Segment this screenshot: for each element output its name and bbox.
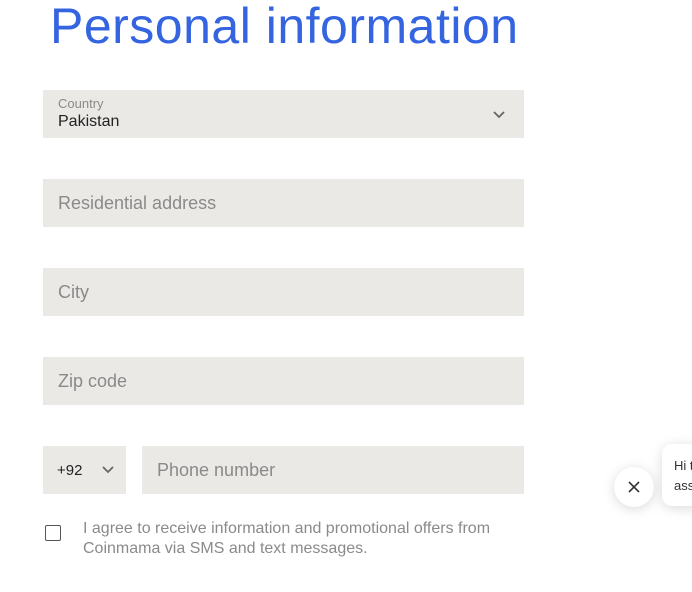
country-value: Pakistan (58, 113, 120, 130)
chat-preview-bubble[interactable]: Hi t ass (662, 444, 692, 506)
sms-consent-checkbox[interactable] (45, 525, 61, 541)
country-select[interactable]: Country Pakistan (43, 90, 524, 138)
city-placeholder: City (58, 282, 89, 302)
chevron-down-icon (102, 466, 114, 474)
personal-information-page: Personal information Country Pakistan Re… (0, 0, 692, 592)
chat-preview-line-1: Hi t (674, 458, 692, 473)
close-icon (628, 481, 640, 493)
zip-code-placeholder: Zip code (58, 371, 128, 391)
phone-number-field[interactable]: Phone number (142, 446, 524, 494)
sms-consent-label: I agree to receive information and promo… (83, 520, 491, 557)
residential-address-placeholder: Residential address (58, 193, 217, 213)
city-field[interactable]: City (43, 268, 524, 316)
phone-country-code-value: +92 (57, 462, 83, 479)
country-label: Country (58, 96, 104, 111)
chat-close-button[interactable] (614, 467, 654, 507)
zip-code-field[interactable]: Zip code (43, 357, 524, 405)
page-title: Personal information (50, 0, 519, 54)
residential-address-field[interactable]: Residential address (43, 179, 524, 227)
phone-country-code-select[interactable]: +92 (43, 446, 126, 494)
phone-number-placeholder: Phone number (157, 460, 276, 480)
chat-preview-line-2: ass (674, 478, 692, 493)
chevron-down-icon (493, 111, 505, 119)
